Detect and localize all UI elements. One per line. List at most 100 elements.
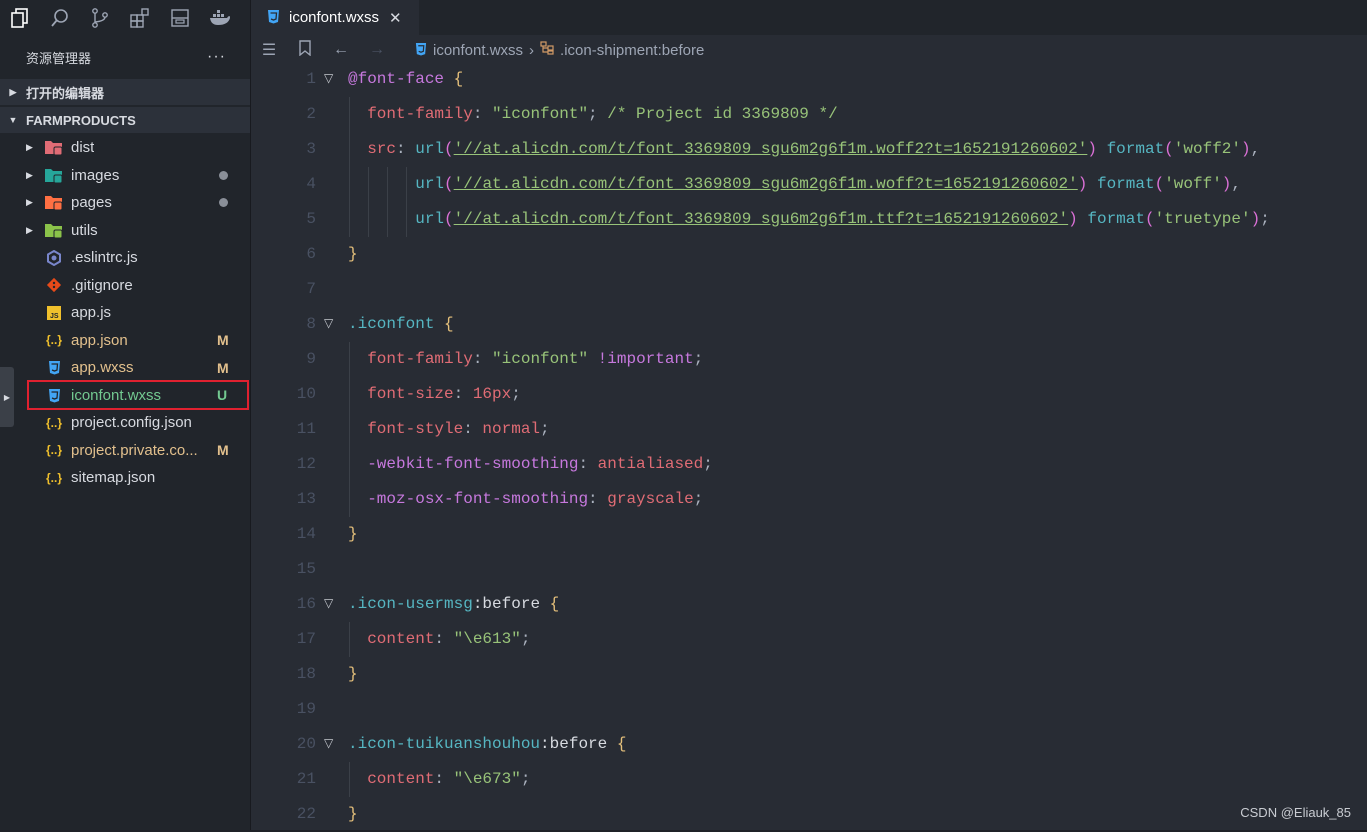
code-area[interactable]: 1 ▽ @font-face { 2 font-family: "iconfont"… [251, 62, 1367, 832]
js-file-icon: JS [44, 304, 64, 322]
git-icon [44, 276, 64, 294]
chevron-right-icon: › [529, 41, 535, 59]
tree-item-label: project.private.co... [71, 441, 198, 459]
code-line: 2 font-family: "iconfont"; /* Project id… [251, 97, 1367, 132]
tree-item-label: app.js [71, 304, 112, 321]
code-line: 16 ▽ .icon-usermsg:before { [251, 587, 1367, 622]
chevron-right-icon: ▶ [9, 86, 17, 97]
tree-item[interactable]: {..} project.config.json [0, 409, 250, 436]
code-line: 20 ▽ .icon-tuikuanshouhou:before { [251, 727, 1367, 762]
status-badge: M [217, 359, 229, 376]
line-number: 18 [296, 665, 316, 683]
tree-item-label: project.config.json [71, 414, 192, 431]
chevron-right-icon[interactable]: ▶ [26, 197, 38, 208]
line-number: 21 [296, 770, 316, 788]
fold-chevron-icon[interactable]: ▽ [324, 587, 333, 622]
tree-item-label: pages [71, 194, 112, 211]
tree-item[interactable]: {..} sitemap.json [0, 464, 250, 491]
chevron-right-icon[interactable]: ▶ [26, 225, 38, 236]
tree-item[interactable]: ▶ utils [0, 217, 250, 244]
open-editors-label: 打开的编辑器 [26, 85, 105, 101]
code-line: 15 [251, 552, 1367, 587]
tree-item-label: app.wxss [71, 359, 134, 376]
tree-item[interactable]: ▶ dist [0, 134, 250, 161]
line-number: 4 [306, 175, 316, 193]
folder-icon [44, 139, 64, 157]
tree-item-label: .gitignore [71, 276, 133, 294]
json-file-icon: {..} [45, 415, 62, 430]
docker-icon[interactable] [200, 0, 240, 36]
activity-bar [0, 0, 250, 36]
open-editors-section[interactable]: ▶ 打开的编辑器 [0, 79, 250, 105]
project-section[interactable]: ▼ FARMPRODUCTS [0, 107, 250, 133]
tab-label: iconfont.wxss [289, 9, 380, 26]
line-number: 3 [306, 140, 316, 158]
line-number: 15 [296, 560, 316, 578]
line-number: 14 [296, 525, 316, 543]
line-number: 12 [296, 455, 316, 473]
code-line: 1 ▽ @font-face { [251, 62, 1367, 97]
json-file-icon: {..} [45, 333, 62, 347]
chevron-right-icon[interactable]: ▶ [26, 170, 38, 181]
line-number: 22 [296, 805, 316, 823]
tree-item[interactable]: {..} app.json M [0, 327, 250, 354]
outline-icon[interactable] [160, 0, 200, 36]
tree-item[interactable]: .gitignore [0, 272, 250, 299]
breadcrumb-symbol[interactable]: .icon-shipment:before [560, 42, 704, 59]
css-file-icon [415, 42, 427, 59]
tree-item-label: app.json [71, 331, 128, 349]
bookmark-icon[interactable] [287, 39, 323, 61]
close-icon[interactable]: ✕ [389, 9, 402, 27]
status-badge: M [217, 332, 229, 348]
code-line: 14} [251, 517, 1367, 552]
more-actions-icon[interactable]: ··· [207, 48, 250, 66]
code-line: 4 url('//at.alicdn.com/t/font_3369809_sg… [251, 167, 1367, 202]
search-icon[interactable] [40, 0, 80, 36]
sidebar-toggle-handle[interactable]: ▶ [0, 367, 14, 427]
folder-icon [44, 221, 64, 239]
code-line: 12 -webkit-font-smoothing: antialiased; [251, 447, 1367, 482]
tree-item[interactable]: JS app.js [0, 299, 250, 326]
css-file-icon [44, 359, 64, 377]
line-number: 11 [296, 420, 316, 438]
line-number: 7 [306, 280, 316, 298]
tree-item[interactable]: app.wxss M [0, 354, 250, 381]
svg-text:JS: JS [50, 313, 59, 320]
tree-item[interactable]: {..} project.private.co... M [0, 437, 250, 464]
chevron-right-icon[interactable]: ▶ [26, 142, 38, 153]
forward-arrow-icon[interactable]: → [359, 41, 395, 59]
fold-chevron-icon[interactable]: ▽ [324, 62, 333, 97]
sidebar: 资源管理器 ··· ▶ 打开的编辑器 ▼ FARMPRODUCTS ▶ dist ▶… [0, 0, 251, 830]
status-dot [219, 198, 228, 207]
line-number: 17 [296, 630, 316, 648]
json-file-icon: {..} [45, 470, 62, 485]
tree-item-label: .eslintrc.js [71, 249, 138, 266]
back-arrow-icon[interactable]: ← [323, 41, 359, 59]
tree-item[interactable]: ▶ images [0, 162, 250, 189]
code-line: 19 [251, 692, 1367, 727]
tree-item[interactable]: ▶ pages [0, 189, 250, 216]
line-number: 1 [306, 70, 316, 88]
project-label: FARMPRODUCTS [26, 112, 136, 128]
fold-chevron-icon[interactable]: ▽ [324, 727, 333, 762]
fold-chevron-icon[interactable]: ▽ [324, 307, 333, 342]
tree-item[interactable]: .eslintrc.js [0, 244, 250, 271]
tab-iconfont-wxss[interactable]: iconfont.wxss ✕ [251, 0, 419, 35]
explorer-header: 资源管理器 ··· [0, 36, 250, 78]
folder-icon [44, 166, 64, 184]
code-line: 9 font-family: "iconfont" !important; [251, 342, 1367, 377]
list-icon[interactable]: ☰ [251, 40, 287, 60]
code-line: 11 font-style: normal; [251, 412, 1367, 447]
code-line: 10 font-size: 16px; [251, 377, 1367, 412]
extensions-icon[interactable] [120, 0, 160, 36]
breadcrumb-file[interactable]: iconfont.wxss [433, 42, 523, 59]
tree-item-label: sitemap.json [71, 469, 156, 486]
code-line: 3 src: url('//at.alicdn.com/t/font_33698… [251, 132, 1367, 167]
files-icon[interactable] [0, 0, 40, 36]
eslint-icon [44, 249, 64, 267]
line-number: 19 [296, 700, 316, 718]
line-number: 9 [306, 350, 316, 368]
tree-item-label: images [71, 166, 120, 184]
source-control-icon[interactable] [80, 0, 120, 36]
chevron-down-icon: ▼ [8, 115, 18, 125]
